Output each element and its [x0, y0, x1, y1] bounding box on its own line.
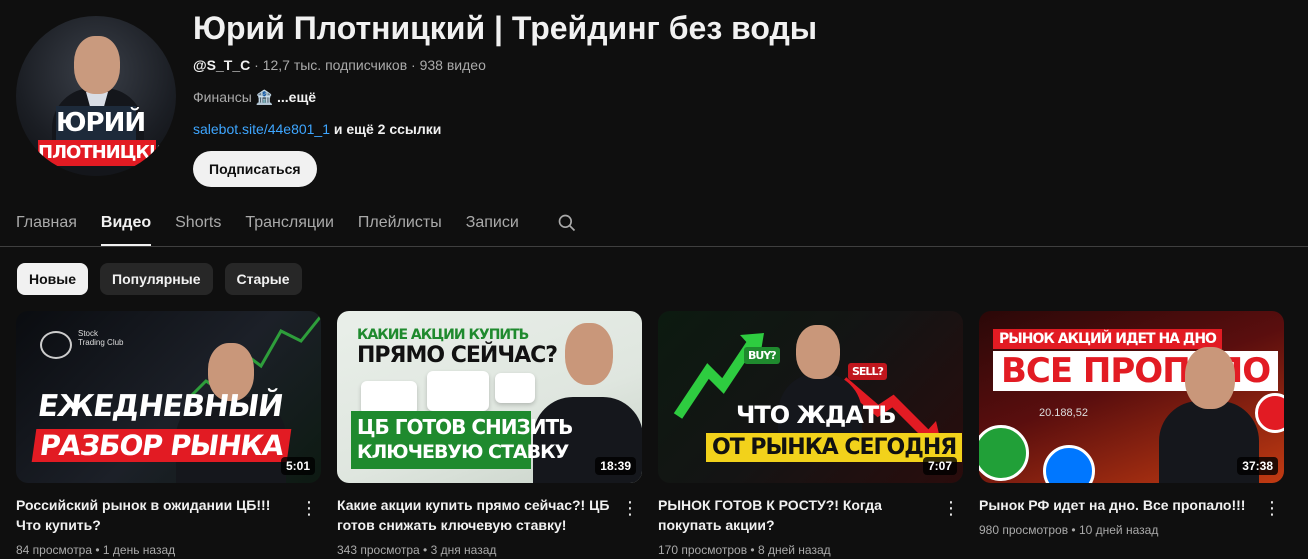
thumb-text-line2: РАЗБОР РЫНКА — [31, 429, 292, 462]
channel-page: ЮРИЙ ПЛОТНИЦКИЙ Юрий Плотницкий | Трейди… — [0, 0, 1308, 559]
tab-posts[interactable]: Записи — [466, 200, 519, 246]
vk-logo-icon — [1043, 445, 1095, 483]
thumb-card — [495, 373, 535, 403]
video-card[interactable]: BUY? SELL? ЧТО ЖДАТЬ ОТ РЫНКА СЕГОДНЯ 7:… — [658, 311, 963, 557]
more-options-icon[interactable]: ⋮ — [297, 497, 321, 521]
thumb-text-line3: ЦБ ГОТОВ СНИЗИТЬ — [357, 415, 573, 439]
thumb-text-line1: КАКИЕ АКЦИИ КУПИТЬ — [357, 327, 529, 343]
subscribe-button[interactable]: Подписаться — [193, 151, 317, 187]
club-logo-text: Stock Trading Club — [78, 329, 124, 347]
tab-videos[interactable]: Видео — [100, 200, 152, 246]
video-duration: 18:39 — [595, 457, 636, 475]
tab-live[interactable]: Трансляции — [245, 200, 334, 246]
more-options-icon[interactable]: ⋮ — [1260, 497, 1284, 521]
thumb-card — [361, 381, 417, 415]
channel-handle: @S_T_C — [193, 57, 251, 73]
thumb-person-head — [1185, 347, 1235, 409]
channel-avatar[interactable]: ЮРИЙ ПЛОТНИЦКИЙ — [16, 16, 176, 176]
video-meta: 343 просмотра • 3 дня назад — [337, 543, 497, 557]
thumb-text-line1: ЧТО ЖДАТЬ — [736, 401, 897, 429]
channel-links: salebot.site/44e801_1 и ещё 2 ссылки — [193, 121, 441, 137]
thumb-index-number: 20.188,52 — [1039, 407, 1088, 419]
description-text: Финансы 🏦 — [193, 89, 277, 105]
channel-description[interactable]: Финансы 🏦 ...ещё — [193, 89, 316, 106]
club-logo-icon — [40, 331, 72, 359]
video-thumbnail[interactable]: РЫНОК АКЦИЙ ИДЕТ НА ДНО ВСЕ ПРОПАЛО 20.1… — [979, 311, 1284, 483]
more-links[interactable]: и ещё 2 ссылки — [330, 121, 442, 137]
video-thumbnail[interactable]: BUY? SELL? ЧТО ЖДАТЬ ОТ РЫНКА СЕГОДНЯ 7:… — [658, 311, 963, 483]
video-card[interactable]: РЫНОК АКЦИЙ ИДЕТ НА ДНО ВСЕ ПРОПАЛО 20.1… — [979, 311, 1284, 537]
video-meta: 980 просмотров • 10 дней назад — [979, 523, 1159, 537]
avatar-name-line1: ЮРИЙ — [56, 106, 146, 140]
video-duration: 37:38 — [1237, 457, 1278, 475]
channel-link[interactable]: salebot.site/44e801_1 — [193, 121, 330, 137]
thumb-text-line1: ЕЖЕДНЕВНЫЙ — [35, 389, 285, 424]
tab-playlists[interactable]: Плейлисты — [358, 200, 442, 246]
thumb-person-head — [565, 323, 613, 385]
brand-logo-icon — [1255, 393, 1284, 433]
avatar-person-head — [74, 36, 120, 94]
tab-home[interactable]: Главная — [16, 200, 77, 246]
video-title[interactable]: Рынок РФ идет на дно. Все пропало!!! — [979, 495, 1254, 515]
video-thumbnail[interactable]: Stock Trading Club ЕЖЕДНЕВНЫЙ РАЗБОР РЫН… — [16, 311, 321, 483]
tabs-divider — [0, 246, 1308, 247]
channel-title: Юрий Плотницкий | Трейдинг без воды — [193, 10, 818, 46]
search-icon[interactable] — [557, 213, 577, 233]
video-title[interactable]: Какие акции купить прямо сейчас?! ЦБ гот… — [337, 495, 612, 535]
thumb-buy-label: BUY? — [744, 347, 780, 364]
chip-popular[interactable]: Популярные — [100, 263, 213, 295]
video-duration: 7:07 — [922, 457, 957, 475]
description-more-link[interactable]: ...ещё — [277, 89, 316, 105]
video-card[interactable]: КАКИЕ АКЦИИ КУПИТЬ ПРЯМО СЕЙЧАС? ЦБ ГОТО… — [337, 311, 642, 557]
thumb-text-line2: ПРЯМО СЕЙЧАС? — [357, 343, 558, 368]
avatar-name-line2: ПЛОТНИЦКИЙ — [38, 140, 176, 166]
tab-shorts[interactable]: Shorts — [175, 200, 221, 246]
video-meta: 170 просмотров • 8 дней назад — [658, 543, 831, 557]
more-options-icon[interactable]: ⋮ — [939, 497, 963, 521]
video-card[interactable]: Stock Trading Club ЕЖЕДНЕВНЫЙ РАЗБОР РЫН… — [16, 311, 321, 557]
chip-oldest[interactable]: Старые — [224, 263, 302, 295]
sort-chips: Новые Популярные Старые — [17, 263, 314, 295]
thumb-text-line2: ВСЕ ПРОПАЛО — [993, 351, 1279, 391]
channel-stats: · 12,7 тыс. подписчиков · 938 видео — [250, 57, 486, 73]
thumb-card — [427, 371, 489, 411]
chip-newest[interactable]: Новые — [17, 263, 89, 295]
channel-meta: @S_T_C · 12,7 тыс. подписчиков · 938 вид… — [193, 57, 486, 73]
video-thumbnail[interactable]: КАКИЕ АКЦИИ КУПИТЬ ПРЯМО СЕЙЧАС? ЦБ ГОТО… — [337, 311, 642, 483]
video-title[interactable]: РЫНОК ГОТОВ К РОСТУ?! Когда покупать акц… — [658, 495, 933, 535]
thumb-person-head — [796, 325, 840, 379]
more-options-icon[interactable]: ⋮ — [618, 497, 642, 521]
video-duration: 5:01 — [280, 457, 315, 475]
channel-tabs: Главная Видео Shorts Трансляции Плейлист… — [16, 200, 543, 246]
video-title[interactable]: Российский рынок в ожидании ЦБ!!! Что ку… — [16, 495, 291, 535]
video-meta: 84 просмотра • 1 день назад — [16, 543, 176, 557]
thumb-text-line1: РЫНОК АКЦИЙ ИДЕТ НА ДНО — [993, 329, 1222, 349]
thumb-text-line4: КЛЮЧЕВУЮ СТАВКУ — [357, 441, 569, 463]
thumb-sell-label: SELL? — [848, 363, 887, 380]
sber-logo-icon — [979, 425, 1029, 481]
